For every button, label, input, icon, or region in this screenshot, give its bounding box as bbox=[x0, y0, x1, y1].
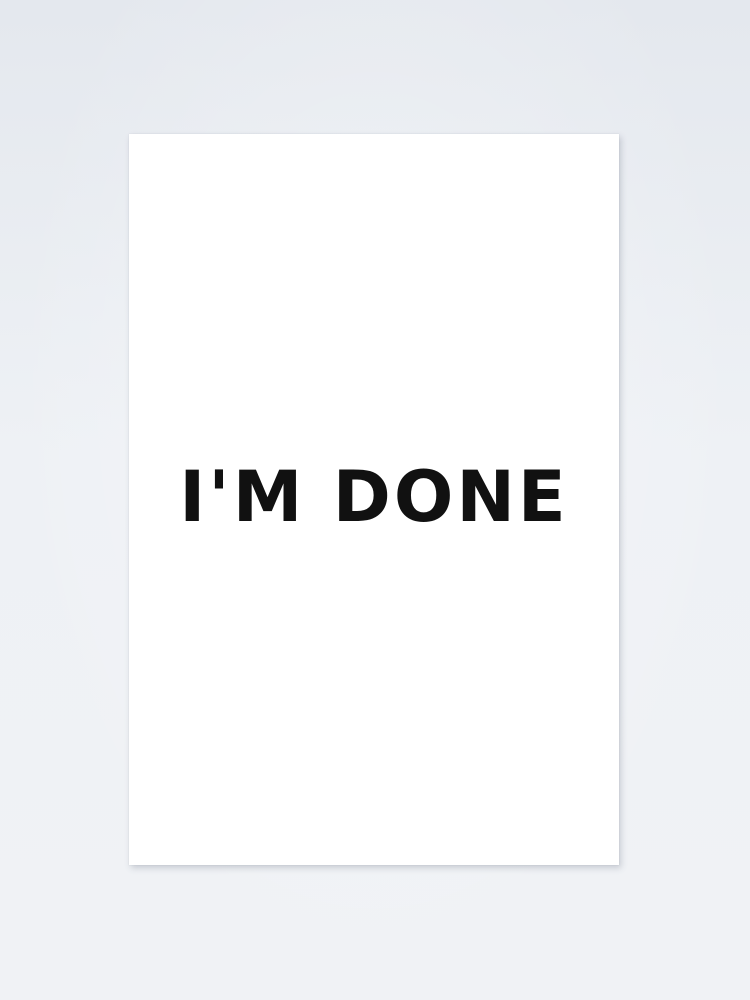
poster-text: I'M DONE bbox=[179, 456, 569, 538]
poster: I'M DONE bbox=[129, 134, 619, 865]
